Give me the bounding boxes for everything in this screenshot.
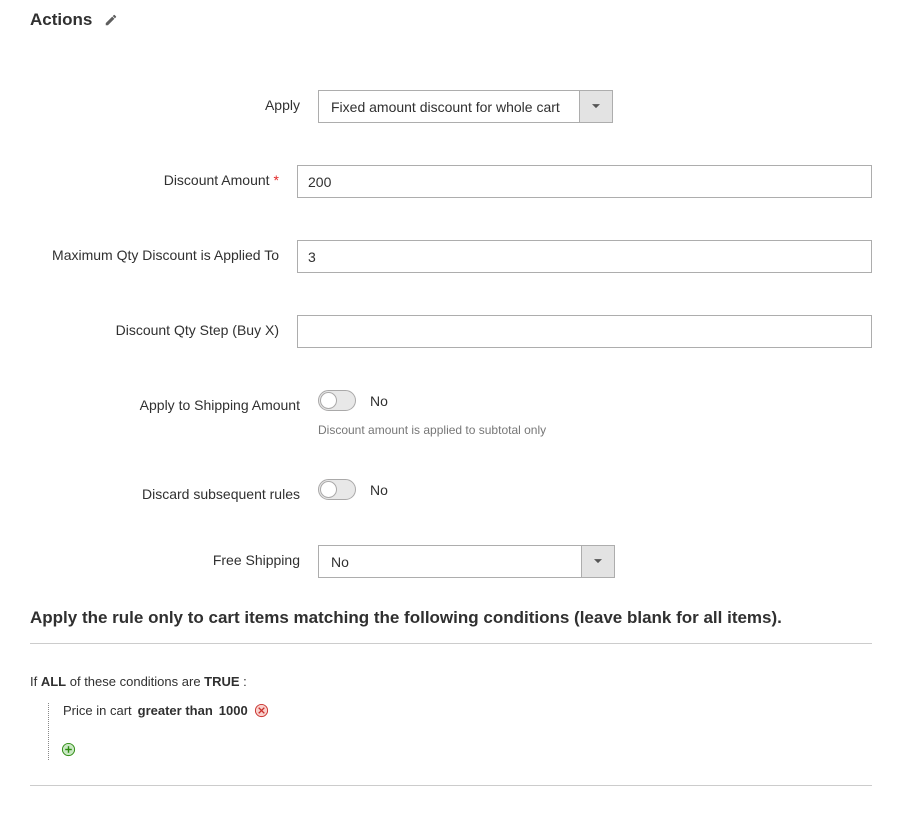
toggle-knob [320, 481, 337, 498]
max-qty-input[interactable] [297, 240, 872, 273]
discard-rules-toggle[interactable] [318, 479, 356, 500]
free-shipping-label: Free Shipping [30, 545, 318, 569]
chevron-down-icon [581, 546, 614, 577]
apply-shipping-helper: Discount amount is applied to subtotal o… [318, 423, 872, 437]
apply-label: Apply [30, 90, 318, 114]
discard-rules-label: Discard subsequent rules [30, 479, 318, 503]
conditions-heading: Apply the rule only to cart items matchi… [30, 608, 872, 644]
apply-shipping-toggle[interactable] [318, 390, 356, 411]
discount-amount-label: Discount Amount* [30, 165, 297, 189]
apply-shipping-value: No [370, 393, 388, 409]
condition-value[interactable]: 1000 [219, 703, 248, 718]
condition-attribute[interactable]: Price in cart [63, 703, 132, 718]
max-qty-label: Maximum Qty Discount is Applied To [30, 240, 297, 264]
discount-qty-step-label: Discount Qty Step (Buy X) [30, 315, 297, 339]
free-shipping-select[interactable]: No [318, 545, 615, 578]
toggle-knob [320, 392, 337, 409]
discard-rules-value: No [370, 482, 388, 498]
section-title: Actions [30, 10, 92, 30]
apply-shipping-label: Apply to Shipping Amount [30, 390, 318, 414]
discount-qty-step-input[interactable] [297, 315, 872, 348]
condition-rule: Price in cart greater than 1000 [63, 703, 872, 718]
free-shipping-value: No [319, 546, 581, 577]
condition-bool[interactable]: TRUE [204, 674, 239, 689]
apply-select-value: Fixed amount discount for whole cart [319, 91, 579, 122]
condition-aggregator[interactable]: ALL [41, 674, 66, 689]
apply-select[interactable]: Fixed amount discount for whole cart [318, 90, 613, 123]
required-star: * [274, 172, 279, 188]
edit-icon[interactable] [104, 13, 118, 27]
chevron-down-icon [579, 91, 612, 122]
delete-condition-icon[interactable] [254, 703, 269, 718]
conditions-area: If ALL of these conditions are TRUE : Pr… [30, 659, 872, 786]
condition-operator[interactable]: greater than [138, 703, 213, 718]
add-condition-icon[interactable] [61, 742, 76, 757]
condition-root: If ALL of these conditions are TRUE : [30, 674, 872, 689]
discount-amount-input[interactable] [297, 165, 872, 198]
